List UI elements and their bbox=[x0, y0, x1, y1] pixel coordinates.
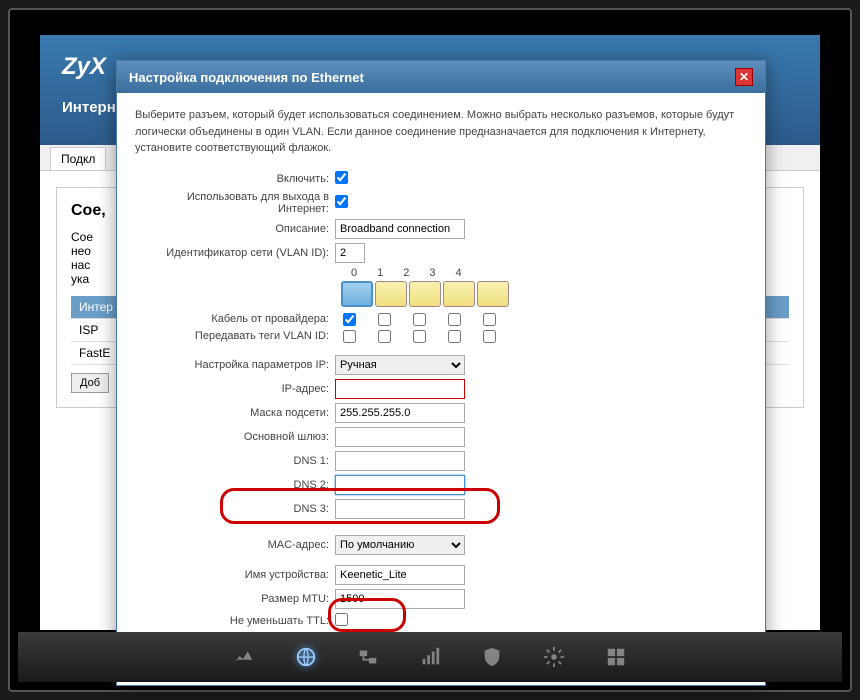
label-vlan-id: Идентификатор сети (VLAN ID): bbox=[135, 247, 335, 259]
close-icon[interactable]: ✕ bbox=[735, 68, 753, 86]
dns3-input[interactable] bbox=[335, 499, 465, 519]
dns1-input[interactable] bbox=[335, 451, 465, 471]
port-3[interactable] bbox=[443, 281, 475, 307]
label-dns3: DNS 3: bbox=[135, 503, 335, 515]
port-label-1: 1 bbox=[377, 267, 383, 279]
port-label-4: 4 bbox=[456, 267, 462, 279]
footer-nav bbox=[18, 632, 842, 682]
label-dns2: DNS 2: bbox=[135, 479, 335, 491]
label-use-internet: Использовать для выхода в Интернет: bbox=[135, 191, 335, 215]
label-subnet-mask: Маска подсети: bbox=[135, 407, 335, 419]
label-dns1: DNS 1: bbox=[135, 455, 335, 467]
ethernet-settings-dialog: Настройка подключения по Ethernet ✕ Выбе… bbox=[116, 60, 766, 686]
label-vlan-tags: Передавать теги VLAN ID: bbox=[135, 330, 335, 342]
vlan-tag-port-3-checkbox[interactable] bbox=[448, 330, 461, 343]
globe-icon[interactable] bbox=[295, 646, 317, 668]
port-label-0: 0 bbox=[351, 267, 357, 279]
label-enable: Включить: bbox=[135, 173, 335, 185]
label-mtu: Размер MTU: bbox=[135, 593, 335, 605]
vlan-id-input[interactable] bbox=[335, 243, 365, 263]
mtu-input[interactable] bbox=[335, 589, 465, 609]
cable-port-2-checkbox[interactable] bbox=[413, 313, 426, 326]
label-gateway: Основной шлюз: bbox=[135, 431, 335, 443]
monitor-icon[interactable] bbox=[233, 646, 255, 668]
vlan-tag-port-1-checkbox[interactable] bbox=[378, 330, 391, 343]
port-1[interactable] bbox=[375, 281, 407, 307]
use-internet-checkbox[interactable] bbox=[335, 195, 348, 208]
label-ip-address: IP-адрес: bbox=[135, 383, 335, 395]
label-device-name: Имя устройства: bbox=[135, 569, 335, 581]
mac-address-select[interactable]: По умолчанию bbox=[335, 535, 465, 555]
dns2-input[interactable] bbox=[335, 475, 465, 495]
label-description: Описание: bbox=[135, 223, 335, 235]
cable-port-3-checkbox[interactable] bbox=[448, 313, 461, 326]
wifi-icon[interactable] bbox=[419, 646, 441, 668]
add-button[interactable]: Доб bbox=[71, 373, 109, 393]
port-selector bbox=[341, 281, 747, 307]
dialog-intro-text: Выберите разъем, который будет использов… bbox=[135, 107, 747, 157]
label-mac-address: MAC-адрес: bbox=[135, 539, 335, 551]
dialog-titlebar: Настройка подключения по Ethernet ✕ bbox=[117, 61, 765, 93]
port-numbers: 0 1 2 3 4 bbox=[351, 267, 747, 279]
cable-port-0-checkbox[interactable] bbox=[343, 313, 356, 326]
ttl-checkbox[interactable] bbox=[335, 613, 348, 626]
port-2[interactable] bbox=[409, 281, 441, 307]
ip-address-input[interactable] bbox=[335, 379, 465, 399]
dialog-title: Настройка подключения по Ethernet bbox=[129, 70, 364, 85]
screenshot-frame: ZyX Интерн Подкл Сое, Сое нео нас ука Ин… bbox=[8, 8, 852, 692]
description-input[interactable] bbox=[335, 219, 465, 239]
port-0[interactable] bbox=[341, 281, 373, 307]
ip-mode-select[interactable]: Ручная bbox=[335, 355, 465, 375]
gateway-input[interactable] bbox=[335, 427, 465, 447]
network-icon[interactable] bbox=[357, 646, 379, 668]
gear-icon[interactable] bbox=[543, 646, 565, 668]
vlan-tag-port-2-checkbox[interactable] bbox=[413, 330, 426, 343]
enable-checkbox[interactable] bbox=[335, 171, 348, 184]
vlan-tag-port-4-checkbox[interactable] bbox=[483, 330, 496, 343]
tab-connections[interactable]: Подкл bbox=[50, 147, 106, 170]
dialog-body: Выберите разъем, который будет использов… bbox=[117, 93, 765, 685]
subnet-mask-input[interactable] bbox=[335, 403, 465, 423]
port-label-3: 3 bbox=[429, 267, 435, 279]
shield-icon[interactable] bbox=[481, 646, 503, 668]
vlan-tag-port-0-checkbox[interactable] bbox=[343, 330, 356, 343]
label-provider-cable: Кабель от провайдера: bbox=[135, 313, 335, 325]
cable-port-4-checkbox[interactable] bbox=[483, 313, 496, 326]
port-4[interactable] bbox=[477, 281, 509, 307]
apps-icon[interactable] bbox=[605, 646, 627, 668]
label-no-ttl-decr: Не уменьшать TTL: bbox=[135, 615, 335, 627]
device-name-input[interactable] bbox=[335, 565, 465, 585]
port-label-2: 2 bbox=[403, 267, 409, 279]
label-ip-mode: Настройка параметров IP: bbox=[135, 359, 335, 371]
cable-port-1-checkbox[interactable] bbox=[378, 313, 391, 326]
